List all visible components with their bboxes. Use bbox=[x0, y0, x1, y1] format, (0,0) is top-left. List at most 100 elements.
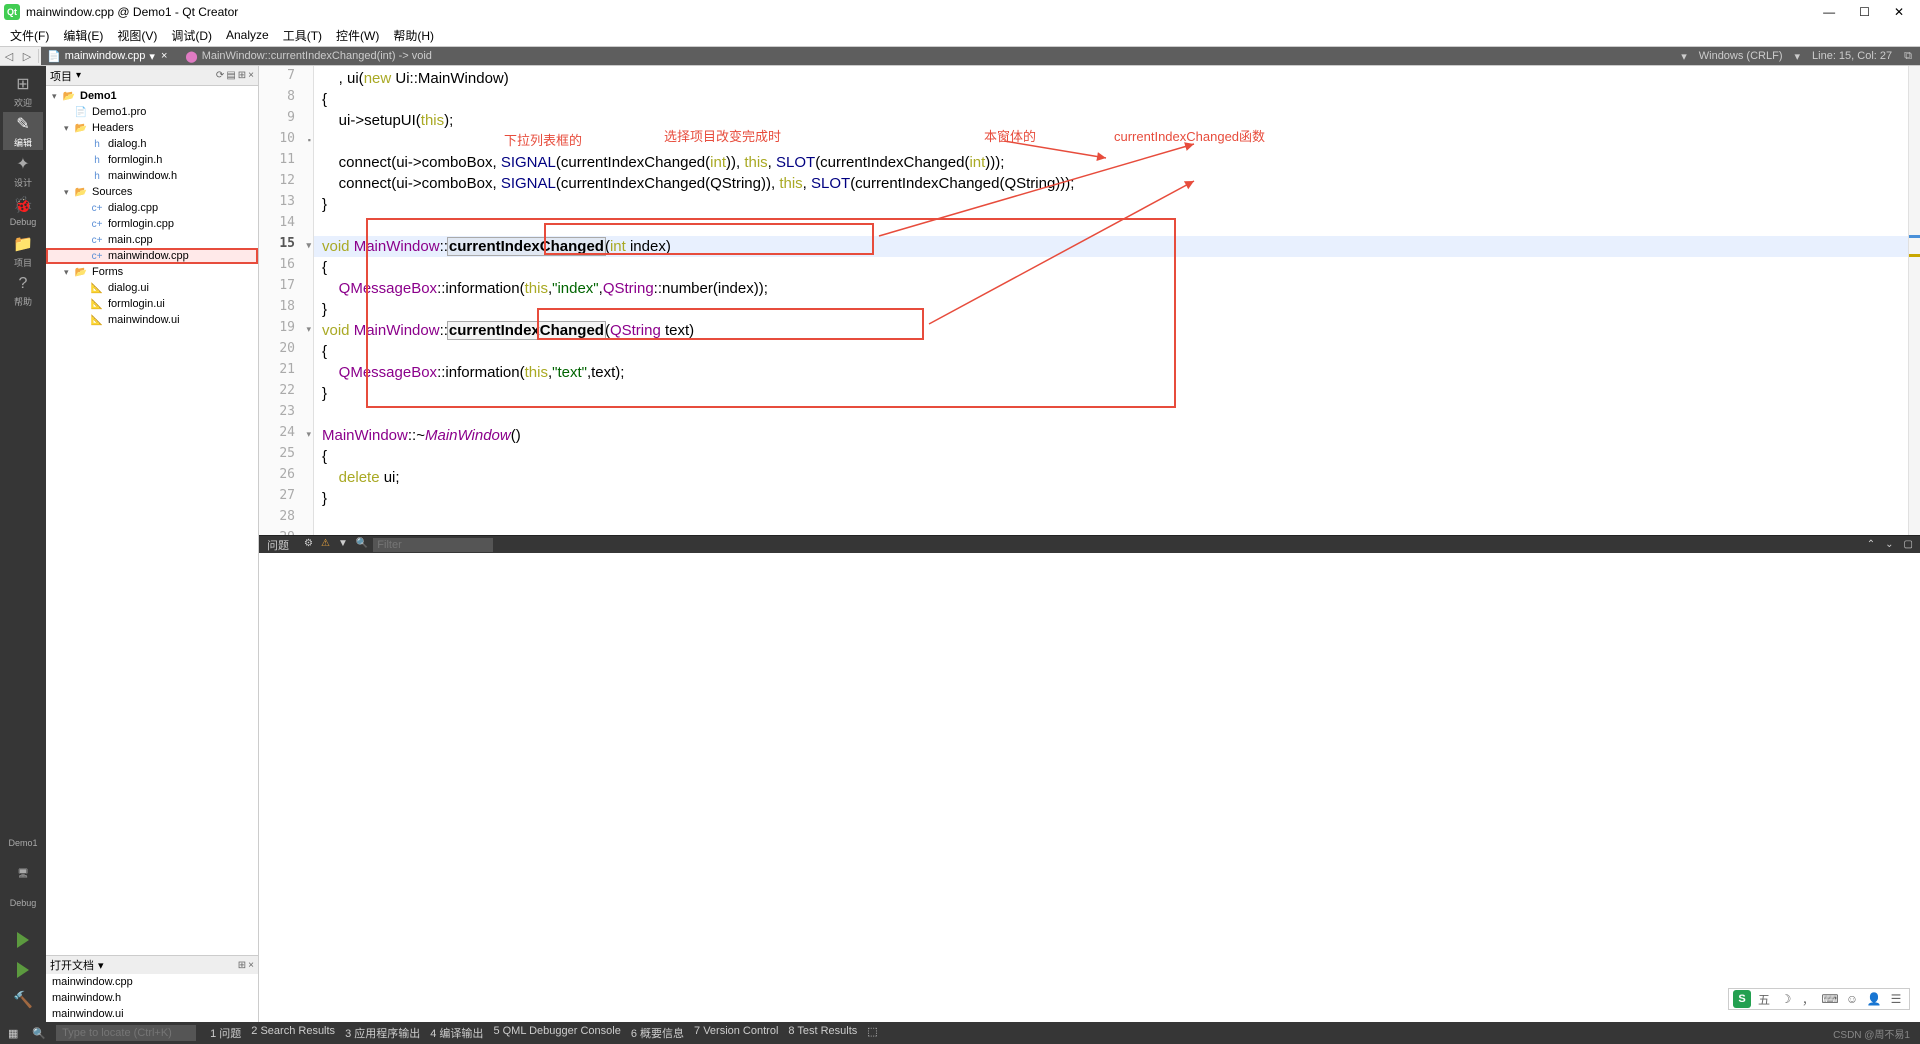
tab-close-button[interactable]: × bbox=[159, 50, 169, 62]
sogou-icon[interactable]: S bbox=[1733, 990, 1751, 1008]
debug-icon: 🐞 bbox=[13, 195, 33, 215]
settings-icon[interactable]: ⚙ bbox=[301, 538, 316, 552]
close-panel-icon[interactable]: × bbox=[248, 960, 254, 971]
tree-file-current[interactable]: c+mainwindow.cpp bbox=[46, 248, 258, 264]
filter-toggle-icon[interactable]: ▼ bbox=[335, 538, 351, 552]
tree-file[interactable]: c+dialog.cpp bbox=[46, 200, 258, 216]
back-button[interactable]: ◁ bbox=[0, 47, 18, 65]
opendoc-item[interactable]: mainwindow.h bbox=[46, 990, 258, 1006]
toggle-sidebar-button[interactable]: ▦ bbox=[4, 1027, 22, 1040]
ime-user-icon[interactable]: 👤 bbox=[1865, 990, 1883, 1008]
status-tab-problems[interactable]: 1 问题 bbox=[206, 1025, 245, 1041]
locator-input[interactable] bbox=[56, 1025, 196, 1041]
output-pane-body[interactable] bbox=[259, 553, 1920, 1022]
build-button[interactable]: 🔨 bbox=[8, 988, 38, 1012]
filter-icon[interactable]: ▤ bbox=[226, 70, 235, 81]
status-tab-general[interactable]: 6 概要信息 bbox=[627, 1025, 688, 1041]
split-icon[interactable]: ⊞ bbox=[238, 960, 246, 971]
close-pane-icon[interactable]: ▢ bbox=[1901, 539, 1916, 550]
mode-debug[interactable]: 🐞Debug bbox=[3, 192, 43, 230]
debug-run-button[interactable] bbox=[8, 958, 38, 982]
tree-file[interactable]: 📐dialog.ui bbox=[46, 280, 258, 296]
mode-help[interactable]: ?帮助 bbox=[3, 272, 43, 310]
forward-button[interactable]: ▷ bbox=[18, 47, 36, 65]
warning-icon[interactable]: ⚠ bbox=[318, 538, 333, 552]
status-tab-tests[interactable]: 8 Test Results bbox=[784, 1025, 861, 1041]
line-gutter[interactable]: 7 8 9 10▪ 11 12 13 14 15▾ 16 17 18 19▾ 2… bbox=[259, 66, 314, 535]
tree-file[interactable]: hformlogin.h bbox=[46, 152, 258, 168]
status-tab-qml[interactable]: 5 QML Debugger Console bbox=[489, 1025, 624, 1041]
menu-tools[interactable]: 工具(T) bbox=[277, 25, 328, 46]
minimize-button[interactable]: — bbox=[1823, 5, 1835, 19]
sync-icon[interactable]: ⟳ bbox=[216, 70, 224, 81]
expand-icon[interactable]: ⌄ bbox=[1882, 539, 1896, 550]
dropdown-icon[interactable]: ▾ bbox=[76, 70, 81, 81]
tree-pro-file[interactable]: 📄Demo1.pro bbox=[46, 104, 258, 120]
tree-forms-folder[interactable]: ▾📂Forms bbox=[46, 264, 258, 280]
help-icon: ? bbox=[19, 275, 28, 293]
menu-file[interactable]: 文件(F) bbox=[4, 25, 55, 46]
mode-design[interactable]: ✦设计 bbox=[3, 152, 43, 190]
dropdown-icon[interactable]: ▾ bbox=[98, 959, 104, 972]
menu-debug[interactable]: 调试(D) bbox=[165, 25, 218, 46]
menu-help[interactable]: 帮助(H) bbox=[387, 25, 440, 46]
cursor-position[interactable]: Line: 15, Col: 27 bbox=[1812, 50, 1892, 62]
mode-welcome[interactable]: ⊞欢迎 bbox=[3, 72, 43, 110]
ime-smile-icon[interactable]: ☺ bbox=[1843, 990, 1861, 1008]
tree-file[interactable]: c+formlogin.cpp bbox=[46, 216, 258, 232]
opendoc-item[interactable]: mainwindow.ui bbox=[46, 1006, 258, 1022]
ime-moon-icon[interactable]: ☽ bbox=[1777, 990, 1795, 1008]
tree-file[interactable]: hdialog.h bbox=[46, 136, 258, 152]
mode-edit[interactable]: ✎编辑 bbox=[3, 112, 43, 150]
dropdown-icon[interactable]: ▾ bbox=[1794, 50, 1800, 63]
status-tab-search[interactable]: 2 Search Results bbox=[247, 1025, 339, 1041]
tab-dropdown-icon[interactable]: ▾ bbox=[149, 50, 155, 63]
project-tree[interactable]: ▾📂Demo1 📄Demo1.pro ▾📂Headers hdialog.h h… bbox=[46, 86, 258, 955]
search-icon[interactable]: 🔍 bbox=[353, 538, 371, 552]
kit-selector[interactable]: Demo1 🖥 Debug bbox=[3, 828, 43, 918]
maximize-button[interactable]: ☐ bbox=[1859, 5, 1870, 19]
tree-file[interactable]: hmainwindow.h bbox=[46, 168, 258, 184]
split-button[interactable]: ⧉ bbox=[1904, 50, 1912, 63]
run-button[interactable] bbox=[8, 928, 38, 952]
line-ending[interactable]: Windows (CRLF) bbox=[1699, 50, 1783, 62]
split-icon[interactable]: ⊞ bbox=[238, 70, 246, 81]
ime-toolbar[interactable]: S 五 ☽ ， ⌨ ☺ 👤 ☰ bbox=[1728, 988, 1910, 1010]
menu-edit[interactable]: 编辑(E) bbox=[57, 25, 109, 46]
editor-tab[interactable]: 📄 mainwindow.cpp ▾ × bbox=[41, 47, 175, 65]
symbol-breadcrumb[interactable]: ⬤ MainWindow::currentIndexChanged(int) -… bbox=[175, 47, 1673, 65]
menu-view[interactable]: 视图(V) bbox=[111, 25, 163, 46]
close-button[interactable]: ✕ bbox=[1894, 5, 1904, 19]
mode-projects[interactable]: 📁项目 bbox=[3, 232, 43, 270]
close-panel-icon[interactable]: × bbox=[248, 70, 254, 81]
folder-open-icon: 📂 bbox=[74, 121, 88, 135]
collapse-icon[interactable]: ⌃ bbox=[1864, 539, 1878, 550]
scroll-indicator[interactable] bbox=[1908, 66, 1920, 535]
fold-icon[interactable]: ▪ bbox=[308, 135, 311, 145]
close-output-icon[interactable]: ⬚ bbox=[863, 1025, 881, 1041]
fold-icon[interactable]: ▾ bbox=[306, 429, 311, 440]
tree-sources-folder[interactable]: ▾📂Sources bbox=[46, 184, 258, 200]
ime-menu-icon[interactable]: ☰ bbox=[1887, 990, 1905, 1008]
tree-file[interactable]: 📐formlogin.ui bbox=[46, 296, 258, 312]
tree-file[interactable]: 📐mainwindow.ui bbox=[46, 312, 258, 328]
status-tab-vcs[interactable]: 7 Version Control bbox=[690, 1025, 782, 1041]
fold-icon[interactable]: ▾ bbox=[306, 324, 311, 335]
ime-punct-icon[interactable]: ， bbox=[1799, 990, 1817, 1008]
status-tab-appout[interactable]: 3 应用程序输出 bbox=[341, 1025, 424, 1041]
fold-icon[interactable]: ▾ bbox=[306, 240, 311, 251]
filter-input[interactable] bbox=[373, 538, 493, 552]
dropdown-icon[interactable]: ▾ bbox=[1681, 50, 1687, 63]
code-content[interactable]: , ui(new Ui::MainWindow) { ui->setupUI(t… bbox=[314, 66, 1920, 535]
tree-headers-folder[interactable]: ▾📂Headers bbox=[46, 120, 258, 136]
tree-project-root[interactable]: ▾📂Demo1 bbox=[46, 88, 258, 104]
menu-analyze[interactable]: Analyze bbox=[220, 26, 275, 44]
edit-icon: ✎ bbox=[16, 114, 29, 134]
tree-file[interactable]: c+main.cpp bbox=[46, 232, 258, 248]
menu-widgets[interactable]: 控件(W) bbox=[330, 25, 385, 46]
kit-name: Demo1 bbox=[3, 828, 43, 858]
ime-mode[interactable]: 五 bbox=[1755, 990, 1773, 1008]
ime-softkb-icon[interactable]: ⌨ bbox=[1821, 990, 1839, 1008]
opendoc-item[interactable]: mainwindow.cpp bbox=[46, 974, 258, 990]
status-tab-compile[interactable]: 4 编译输出 bbox=[426, 1025, 487, 1041]
